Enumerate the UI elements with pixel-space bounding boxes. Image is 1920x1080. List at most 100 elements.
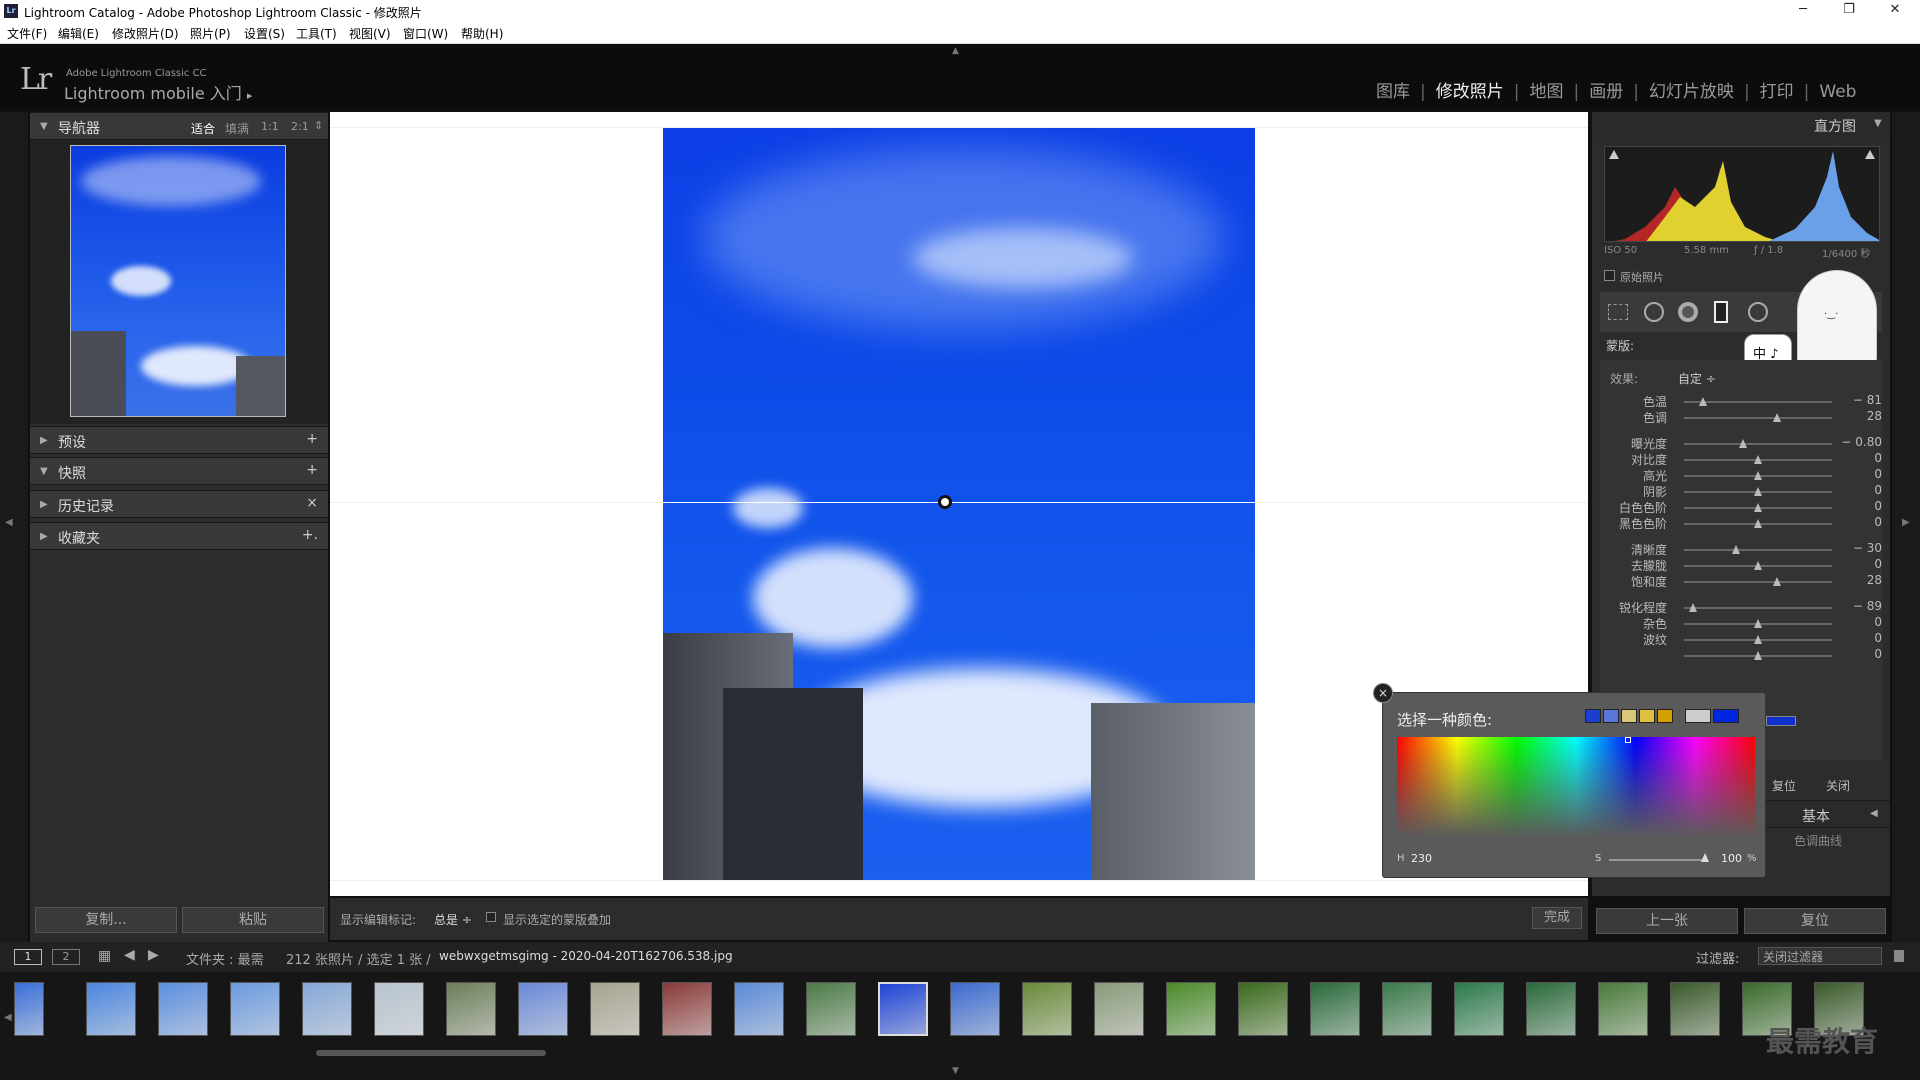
menu-settings[interactable]: 设置(S): [244, 25, 285, 42]
module-web[interactable]: Web: [1819, 82, 1856, 102]
color-swatch[interactable]: [1713, 709, 1739, 723]
slider-knob[interactable]: [1731, 545, 1740, 554]
collections-header[interactable]: ▶ 收藏夹 +.: [30, 522, 328, 550]
filmstrip-thumbnail[interactable]: [806, 982, 856, 1036]
folder-source[interactable]: 文件夹 : 最需: [186, 949, 264, 968]
menu-file[interactable]: 文件(F): [7, 25, 47, 42]
spot-removal-icon[interactable]: [1644, 302, 1664, 322]
add-snapshot-icon[interactable]: +: [306, 462, 318, 478]
menu-help[interactable]: 帮助(H): [461, 25, 503, 42]
filmstrip-thumbnail[interactable]: [590, 982, 640, 1036]
filmstrip-thumbnail[interactable]: [950, 982, 1000, 1036]
menu-photo[interactable]: 照片(P): [190, 25, 231, 42]
filmstrip-thumbnail[interactable]: [1382, 982, 1432, 1036]
reset-button[interactable]: 复位: [1744, 908, 1886, 934]
filmstrip-thumbnail[interactable]: [1094, 982, 1144, 1036]
secondary-display-button[interactable]: 2: [52, 949, 80, 965]
collapse-top-icon[interactable]: ▲: [952, 46, 959, 56]
copy-button[interactable]: 复制...: [35, 907, 177, 933]
saturation-knob[interactable]: [1701, 853, 1709, 862]
collapse-left-icon[interactable]: ◀: [5, 517, 13, 528]
histogram-header[interactable]: 直方图 ▼: [1592, 112, 1890, 138]
crop-overlay-icon[interactable]: [1608, 304, 1628, 320]
original-photo-checkbox[interactable]: [1604, 270, 1615, 281]
slider-value[interactable]: 0: [1838, 631, 1882, 645]
filmstrip-scrollbar[interactable]: [316, 1050, 546, 1056]
collapse-bottom-icon[interactable]: ▼: [952, 1066, 959, 1076]
slider-knob[interactable]: [1754, 561, 1762, 570]
h-value[interactable]: 230: [1411, 852, 1432, 865]
slider-row[interactable]: 色调 28: [1600, 408, 1890, 426]
slider-track[interactable]: [1684, 549, 1832, 551]
color-swatch[interactable]: [1685, 709, 1711, 723]
nav-zoom-arrows-icon[interactable]: ⇕: [314, 119, 323, 132]
slider-value[interactable]: 0: [1838, 515, 1882, 529]
filter-select[interactable]: 关闭过滤器: [1758, 947, 1882, 965]
filename[interactable]: webwxgetmsgimg - 2020-04-20T162706.538.j…: [439, 949, 733, 963]
filmstrip-thumbnail[interactable]: [1526, 982, 1576, 1036]
slider-knob[interactable]: [1754, 471, 1762, 480]
nav-fill[interactable]: 填满: [225, 120, 249, 137]
slider-knob[interactable]: [1773, 577, 1782, 586]
color-swatch[interactable]: [1639, 709, 1655, 723]
slider-knob[interactable]: [1754, 651, 1762, 660]
done-button[interactable]: 完成: [1532, 907, 1582, 929]
slider-knob[interactable]: [1773, 413, 1782, 422]
slider-knob[interactable]: [1754, 619, 1762, 628]
filmstrip-thumbnail[interactable]: [878, 982, 928, 1036]
color-cursor[interactable]: [1625, 737, 1631, 743]
slider-value[interactable]: 0: [1838, 647, 1882, 661]
add-preset-icon[interactable]: +: [306, 431, 318, 447]
reset-link[interactable]: 复位: [1772, 777, 1796, 794]
red-eye-icon[interactable]: [1678, 302, 1698, 322]
module-develop[interactable]: 修改照片: [1436, 82, 1504, 102]
lock-icon[interactable]: [1894, 950, 1904, 962]
identity-mobile-link[interactable]: Lightroom mobile 入门 ▸: [64, 80, 252, 104]
slider-value[interactable]: − 0.80: [1838, 435, 1882, 449]
slider-row[interactable]: 0: [1600, 646, 1890, 664]
navigator-thumbnail[interactable]: [70, 145, 286, 417]
graduated-filter-icon[interactable]: [1714, 301, 1728, 323]
menu-view[interactable]: 视图(V): [349, 25, 391, 42]
close-link[interactable]: 关闭: [1826, 777, 1850, 794]
module-book[interactable]: 画册: [1589, 82, 1623, 102]
previous-button[interactable]: 上一张: [1596, 908, 1738, 934]
presets-header[interactable]: ▶ 预设 +: [30, 426, 328, 454]
history-header[interactable]: ▶ 历史记录 ×: [30, 490, 328, 518]
navigator-header[interactable]: ▼ 导航器 适合 填满 1:1 2:1 ⇕: [30, 112, 328, 140]
filmstrip-thumbnail[interactable]: [302, 982, 352, 1036]
effect-select[interactable]: 自定 ÷: [1678, 370, 1716, 387]
slider-value[interactable]: 0: [1838, 467, 1882, 481]
color-swatch[interactable]: [1766, 716, 1796, 726]
minimize-button[interactable]: ─: [1780, 0, 1826, 22]
slider-track[interactable]: [1684, 607, 1832, 609]
grid-view-icon[interactable]: ▦: [98, 948, 111, 964]
module-map[interactable]: 地图: [1529, 82, 1563, 102]
filmstrip-thumbnail[interactable]: [86, 982, 136, 1036]
add-collection-icon[interactable]: +.: [302, 527, 318, 543]
tone-curve-label[interactable]: 色调曲线: [1794, 832, 1842, 849]
slider-value[interactable]: 0: [1838, 499, 1882, 513]
paste-button[interactable]: 粘贴: [182, 907, 324, 933]
slider-value[interactable]: 0: [1838, 615, 1882, 629]
filmstrip-thumbnail[interactable]: [1310, 982, 1360, 1036]
color-field[interactable]: [1397, 737, 1755, 837]
histogram-chart[interactable]: [1604, 146, 1880, 242]
filmstrip-thumbnail[interactable]: [1238, 982, 1288, 1036]
filmstrip-thumbnail[interactable]: [662, 982, 712, 1036]
filmstrip-thumbnail[interactable]: [1166, 982, 1216, 1036]
filmstrip-thumbnail[interactable]: [230, 982, 280, 1036]
slider-value[interactable]: − 89: [1838, 599, 1882, 613]
slider-knob[interactable]: [1754, 635, 1762, 644]
slider-track[interactable]: [1684, 417, 1832, 419]
slider-track[interactable]: [1684, 443, 1832, 445]
filmstrip-thumbnail[interactable]: [1454, 982, 1504, 1036]
module-slideshow[interactable]: 幻灯片放映: [1649, 82, 1734, 102]
filmstrip-thumbnail[interactable]: [1670, 982, 1720, 1036]
slider-value[interactable]: − 81: [1838, 393, 1882, 407]
color-swatch[interactable]: [1603, 709, 1619, 723]
menu-develop[interactable]: 修改照片(D): [112, 25, 179, 42]
close-window-button[interactable]: ✕: [1872, 0, 1918, 22]
primary-display-button[interactable]: 1: [14, 949, 42, 965]
filter-pin[interactable]: [938, 495, 952, 509]
